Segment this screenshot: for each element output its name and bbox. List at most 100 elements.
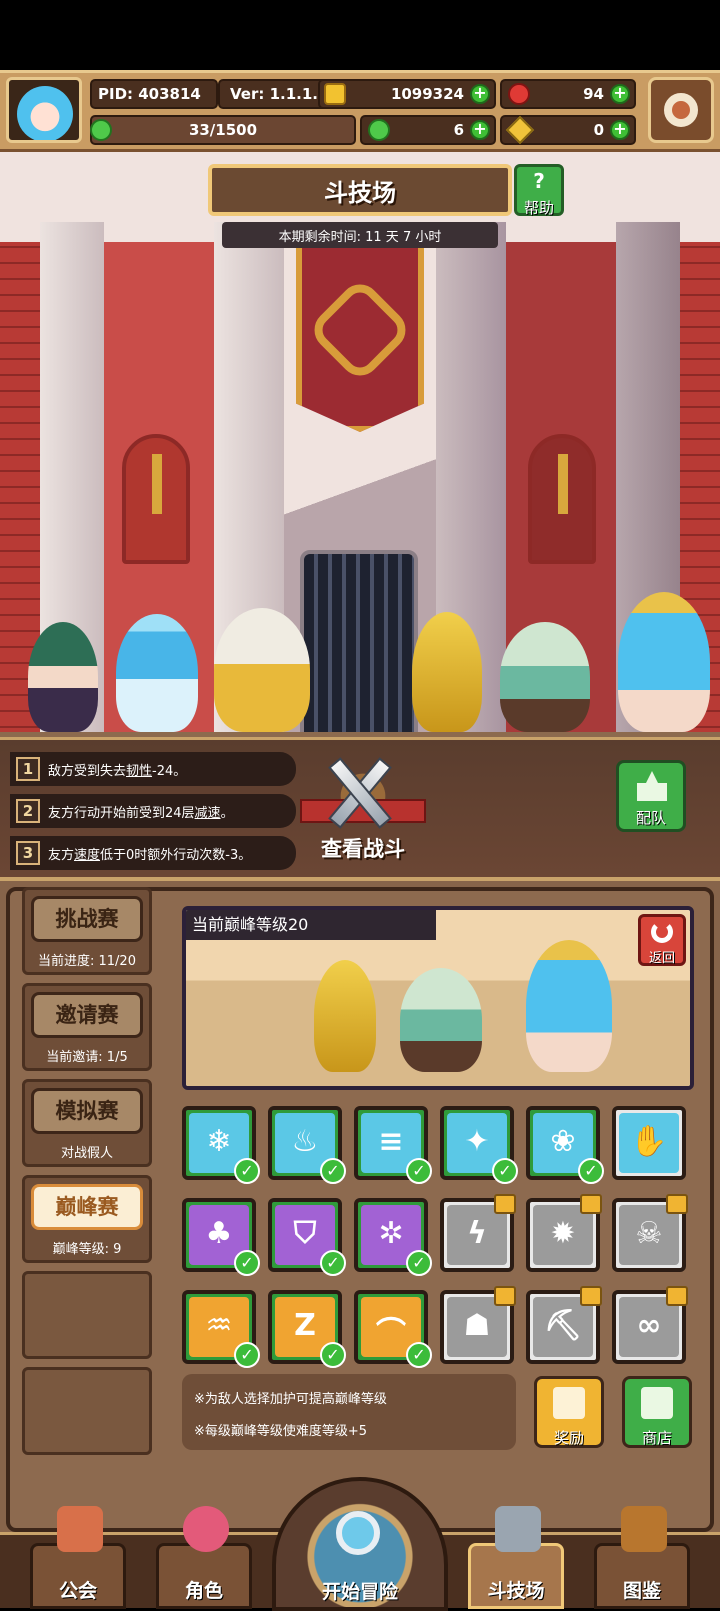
challenge-mode-button[interactable]: 挑战赛 (31, 896, 143, 942)
checkmark-icon: ✓ (406, 1158, 432, 1184)
buff-number: 3 (16, 841, 40, 865)
red-gem-icon (508, 83, 530, 105)
blessing-tile[interactable]: ♨ ✓ (268, 1106, 346, 1184)
checkmark-icon: ✓ (320, 1250, 346, 1276)
season-timer: 本期剩余时间: 11 天 7 小时 (222, 222, 498, 248)
nav-codex[interactable]: 图鉴 (594, 1506, 690, 1609)
hero-mouse-mage (500, 622, 590, 732)
right-sword-niche (528, 434, 596, 564)
gold-plus-button[interactable]: + (470, 84, 490, 104)
gear-icon: ✹ (550, 1216, 576, 1251)
clover-value: 6 (453, 121, 464, 139)
nav-guild[interactable]: 公会 (30, 1506, 126, 1609)
shop-icon (641, 1387, 673, 1419)
blessing-tile[interactable]: ✋ (612, 1106, 686, 1180)
nav-arena[interactable]: 斗技场 (468, 1506, 564, 1609)
blessing-tile[interactable]: ☗ (440, 1286, 516, 1364)
nav-guild-label: 公会 (58, 1580, 97, 1602)
buff-keyword-link[interactable]: 速度 (74, 844, 100, 863)
mode-card-sim: 模拟赛 对战假人 (22, 1079, 152, 1167)
peak-title: 当前巅峰等级20 (186, 910, 436, 940)
shield-icon: ⛉ (293, 1216, 317, 1251)
blessing-tile[interactable]: Z ✓ (268, 1290, 346, 1368)
key-plus-button[interactable]: + (610, 120, 630, 140)
blessing-tile[interactable]: ♣ ✓ (182, 1198, 260, 1276)
blessing-tile[interactable]: ♒ ✓ (182, 1290, 260, 1368)
blessing-tile[interactable]: ☠ (612, 1194, 688, 1272)
view-battle-label: 查看战斗 (321, 837, 405, 861)
blessing-tile[interactable]: ≡ ✓ (354, 1106, 432, 1184)
checkmark-icon: ✓ (320, 1158, 346, 1184)
buff-number: 2 (16, 799, 40, 823)
blessing-tile[interactable]: ϟ (440, 1194, 516, 1272)
hero-sea-goddess (618, 592, 710, 732)
peak-hero-golden-statue (314, 960, 376, 1072)
sleep-icon: Z (294, 1308, 316, 1343)
key-box: 0 + (500, 115, 636, 145)
empty-mode-slot (22, 1367, 152, 1455)
blessing-tile[interactable]: ✦ ✓ (440, 1106, 518, 1184)
hero-ice-maiden (116, 614, 198, 732)
empty-mode-slot (22, 1271, 152, 1359)
burst-icon: ✲ (378, 1216, 404, 1251)
gem-plus-button[interactable]: + (610, 84, 630, 104)
gem-box: 94 + (500, 79, 636, 109)
buff-keyword-link[interactable]: 减速 (195, 802, 221, 821)
return-arrow-icon (651, 921, 673, 943)
checkmark-icon: ✓ (406, 1250, 432, 1276)
shop-label: 商店 (641, 1429, 672, 1447)
blessing-tile[interactable]: ∞ (612, 1286, 688, 1364)
shop-button[interactable]: 商店 (622, 1376, 692, 1448)
padlock-icon (666, 1286, 688, 1306)
blessing-tile[interactable]: ✲ ✓ (354, 1198, 432, 1276)
shell-icon: ♒ (205, 1308, 233, 1343)
peak-notes: ※为敌人选择加护可提高巅峰等级 ※每级巅峰等级使难度等级+5 (182, 1374, 516, 1450)
help-button[interactable]: ? 帮助 (514, 164, 564, 217)
sparkle-icon: ✦ (464, 1124, 490, 1159)
banner-emblem (306, 276, 414, 384)
settings-button[interactable] (648, 77, 714, 143)
blessing-tile[interactable]: ⛉ ✓ (268, 1198, 346, 1276)
padlock-icon (494, 1194, 516, 1214)
lower-panel: 挑战赛 当前进度: 11/20 邀请赛 当前邀请: 1/5 模拟赛 对战假人 巅… (0, 877, 720, 1532)
return-button[interactable]: 返回 (638, 914, 686, 966)
paw-icon: ❀ (550, 1124, 576, 1159)
nav-role[interactable]: 角色 (156, 1506, 252, 1609)
clover-plus-button[interactable]: + (470, 120, 490, 140)
page-title: 斗技场 (324, 178, 396, 207)
padlock-icon (580, 1286, 602, 1306)
peak-mode-button[interactable]: 巅峰赛 (31, 1184, 143, 1230)
blessing-tile[interactable]: ⌒ ✓ (354, 1290, 432, 1368)
team-setup-button[interactable]: 配队 (616, 760, 686, 832)
key-icon (505, 115, 535, 145)
skull-icon: ☠ (635, 1216, 663, 1251)
question-icon: ? (533, 169, 545, 193)
stamina-bar: 33/1500 (90, 115, 356, 145)
blessing-tile[interactable]: ❀ ✓ (526, 1106, 604, 1184)
avatar-portrait (17, 86, 73, 140)
team-label: 配队 (635, 809, 666, 827)
view-battle-button[interactable]: 查看战斗 (300, 753, 426, 863)
clover-icon (368, 119, 390, 141)
sword-icon (152, 454, 162, 514)
checkmark-icon: ✓ (492, 1158, 518, 1184)
reward-button[interactable]: 奖励 (534, 1376, 604, 1448)
buff-keyword-link[interactable]: 韧性 (126, 760, 152, 779)
fire-icon: ♨ (291, 1124, 319, 1159)
character-icon (183, 1506, 229, 1552)
blessing-tile[interactable]: ❄ ✓ (182, 1106, 260, 1184)
stamina-clover-icon (90, 119, 112, 141)
blessing-tile[interactable]: ✹ (526, 1194, 602, 1272)
peak-preview: 当前巅峰等级20 返回 (182, 906, 694, 1090)
sim-mode-button[interactable]: 模拟赛 (31, 1088, 143, 1134)
gold-box: 1099324 + (318, 79, 496, 109)
invite-mode-button[interactable]: 邀请赛 (31, 992, 143, 1038)
buff-text-post: 。 (220, 805, 234, 821)
pid-box: PID: 403814 (90, 79, 218, 109)
checkmark-icon: ✓ (234, 1250, 260, 1276)
buff-number: 1 (16, 757, 40, 781)
player-avatar[interactable] (6, 77, 82, 143)
gear-icon (664, 93, 698, 127)
gold-value: 1099324 (390, 85, 464, 103)
blessing-tile[interactable]: ⛏ (526, 1286, 602, 1364)
